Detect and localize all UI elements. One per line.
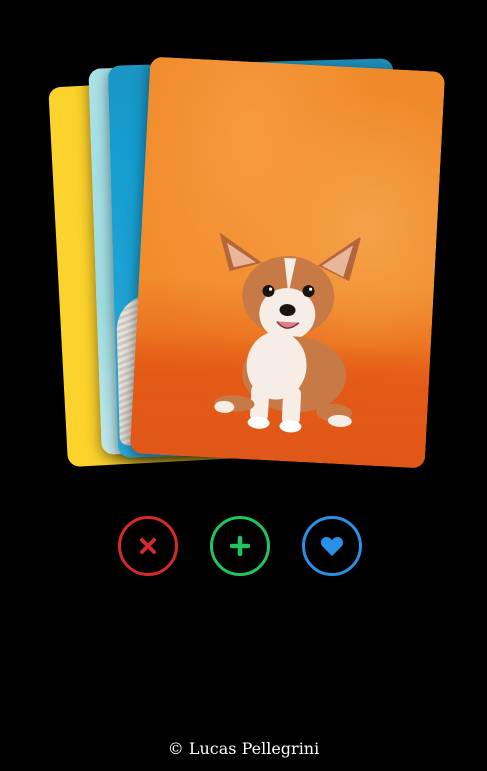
action-bar	[0, 516, 487, 582]
like-button[interactable]	[302, 516, 362, 576]
plus-icon	[230, 536, 250, 556]
dislike-button[interactable]	[118, 516, 178, 576]
app-stage: © Lucas Pellegrini	[0, 0, 487, 771]
footer-credit: © Lucas Pellegrini	[167, 739, 320, 758]
close-icon	[140, 538, 156, 554]
card-corgi[interactable]	[129, 56, 446, 469]
add-button[interactable]	[210, 516, 270, 576]
corgi-image	[214, 232, 362, 433]
heart-icon	[320, 537, 344, 556]
